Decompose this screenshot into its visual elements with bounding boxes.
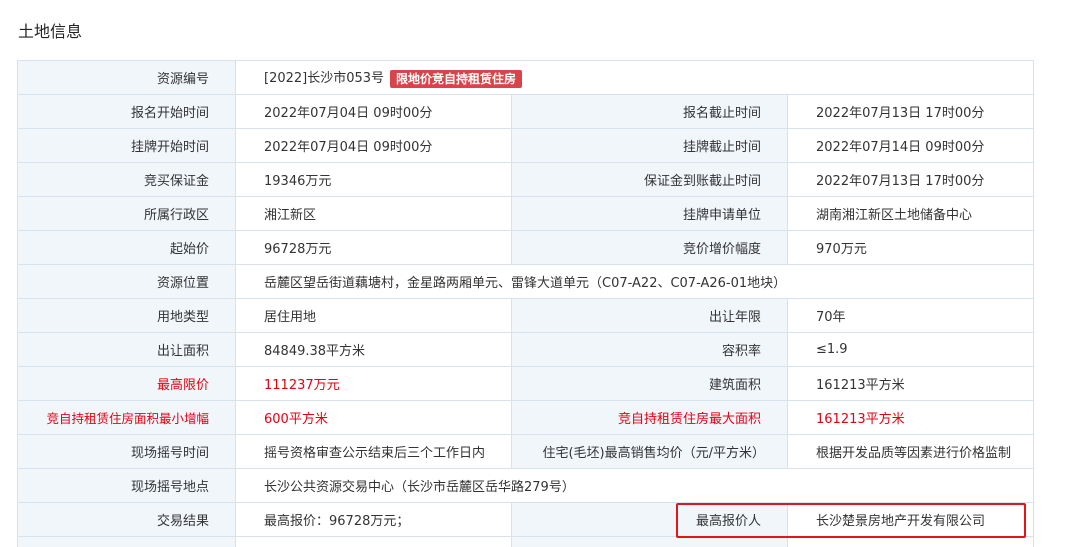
section-title: 土地信息 xyxy=(18,22,83,41)
max-price-value: 111237万元 xyxy=(235,366,512,401)
row-label: 建筑面积 xyxy=(511,366,788,401)
rental-min-increment-label: 竞自持租赁住房面积最小增幅 xyxy=(17,400,236,435)
row-label: 出让年限 xyxy=(511,298,788,333)
row-label: 报名截止时间 xyxy=(511,94,788,129)
row-value: 70年 xyxy=(787,298,1034,333)
row-value: 161213平方米 xyxy=(787,366,1034,401)
resource-id-value-cell: [2022]长沙市053号 限地价竞自持租赁住房 xyxy=(235,60,1034,95)
row-label: 容积率 xyxy=(511,332,788,367)
table-row: 用地类型 居住用地 出让年限 70年 xyxy=(17,298,1034,333)
cutoff-cell xyxy=(511,536,788,547)
row-value: 居住用地 xyxy=(235,298,512,333)
rental-max-area-value: 161213平方米 xyxy=(787,400,1034,435)
row-label: 起始价 xyxy=(17,230,236,265)
table-row: 出让面积 84849.38平方米 容积率 ≤1.9 xyxy=(17,332,1034,367)
table-row: 现场摇号时间 摇号资格审查公示结束后三个工作日内 住宅(毛坯)最高销售均价（元/… xyxy=(17,434,1034,469)
row-label: 报名开始时间 xyxy=(17,94,236,129)
resource-id-value: [2022]长沙市053号 xyxy=(264,71,385,87)
table-row: 起始价 96728万元 竞价增价幅度 970万元 xyxy=(17,230,1034,265)
location-value: 岳麓区望岳街道藕塘村，金星路两厢单元、雷锋大道单元（C07-A22、C07-A2… xyxy=(235,264,1034,299)
row-value: 湖南湘江新区土地储备中心 xyxy=(787,196,1034,231)
row-label: 保证金到账截止时间 xyxy=(511,162,788,197)
resource-id-label: 资源编号 xyxy=(17,60,236,95)
row-value: 2022年07月04日 09时00分 xyxy=(235,94,512,129)
table-row: 竞买保证金 19346万元 保证金到账截止时间 2022年07月13日 17时0… xyxy=(17,162,1034,197)
land-type-tag: 限地价竞自持租赁住房 xyxy=(390,69,523,88)
top-bidder-label: 最高报价人 xyxy=(511,502,788,537)
cutoff-cell xyxy=(787,536,1034,547)
row-value: 湘江新区 xyxy=(235,196,512,231)
rental-max-area-label: 竞自持租赁住房最大面积 xyxy=(511,400,788,435)
row-label: 竞价增价幅度 xyxy=(511,230,788,265)
row-label: 挂牌申请单位 xyxy=(511,196,788,231)
venue-value: 长沙公共资源交易中心（长沙市岳麓区岳华路279号） xyxy=(235,468,1034,503)
table-row: 竞自持租赁住房面积最小增幅 600平方米 竞自持租赁住房最大面积 161213平… xyxy=(17,400,1034,435)
table-row: 最高限价 111237万元 建筑面积 161213平方米 xyxy=(17,366,1034,401)
result-label: 交易结果 xyxy=(17,502,236,537)
row-label: 用地类型 xyxy=(17,298,236,333)
cutoff-cell xyxy=(235,536,512,547)
table-row-resource-id: 资源编号 [2022]长沙市053号 限地价竞自持租赁住房 xyxy=(17,60,1034,95)
top-bidder-value: 长沙楚景房地产开发有限公司 xyxy=(787,502,1034,537)
row-value: 根据开发品质等因素进行价格监制 xyxy=(787,434,1034,469)
result-value: 最高报价：96728万元； xyxy=(235,502,512,537)
table-row-cutoff xyxy=(17,536,1034,547)
row-label: 挂牌截止时间 xyxy=(511,128,788,163)
row-value: 96728万元 xyxy=(235,230,512,265)
venue-label: 现场摇号地点 xyxy=(17,468,236,503)
row-label: 竞买保证金 xyxy=(17,162,236,197)
row-value: ≤1.9 xyxy=(787,332,1034,367)
land-info-table: 资源编号 [2022]长沙市053号 限地价竞自持租赁住房 报名开始时间 2022… xyxy=(17,60,1034,547)
row-label: 住宅(毛坯)最高销售均价（元/平方米） xyxy=(511,434,788,469)
table-row: 所属行政区 湘江新区 挂牌申请单位 湖南湘江新区土地储备中心 xyxy=(17,196,1034,231)
table-row-result: 交易结果 最高报价：96728万元； 最高报价人 长沙楚景房地产开发有限公司 xyxy=(17,502,1034,537)
location-label: 资源位置 xyxy=(17,264,236,299)
row-label: 出让面积 xyxy=(17,332,236,367)
row-value: 2022年07月13日 17时00分 xyxy=(787,162,1034,197)
table-row-location: 资源位置 岳麓区望岳街道藕塘村，金星路两厢单元、雷锋大道单元（C07-A22、C… xyxy=(17,264,1034,299)
max-price-label: 最高限价 xyxy=(17,366,236,401)
row-value: 摇号资格审查公示结束后三个工作日内 xyxy=(235,434,512,469)
row-value: 19346万元 xyxy=(235,162,512,197)
table-row-venue: 现场摇号地点 长沙公共资源交易中心（长沙市岳麓区岳华路279号） xyxy=(17,468,1034,503)
row-value: 2022年07月04日 09时00分 xyxy=(235,128,512,163)
row-value: 2022年07月13日 17时00分 xyxy=(787,94,1034,129)
row-label: 所属行政区 xyxy=(17,196,236,231)
table-row: 挂牌开始时间 2022年07月04日 09时00分 挂牌截止时间 2022年07… xyxy=(17,128,1034,163)
row-value: 970万元 xyxy=(787,230,1034,265)
table-row: 报名开始时间 2022年07月04日 09时00分 报名截止时间 2022年07… xyxy=(17,94,1034,129)
row-value: 84849.38平方米 xyxy=(235,332,512,367)
row-label: 挂牌开始时间 xyxy=(17,128,236,163)
rental-min-increment-value: 600平方米 xyxy=(235,400,512,435)
row-value: 2022年07月14日 09时00分 xyxy=(787,128,1034,163)
row-label: 现场摇号时间 xyxy=(17,434,236,469)
cutoff-cell xyxy=(17,536,236,547)
